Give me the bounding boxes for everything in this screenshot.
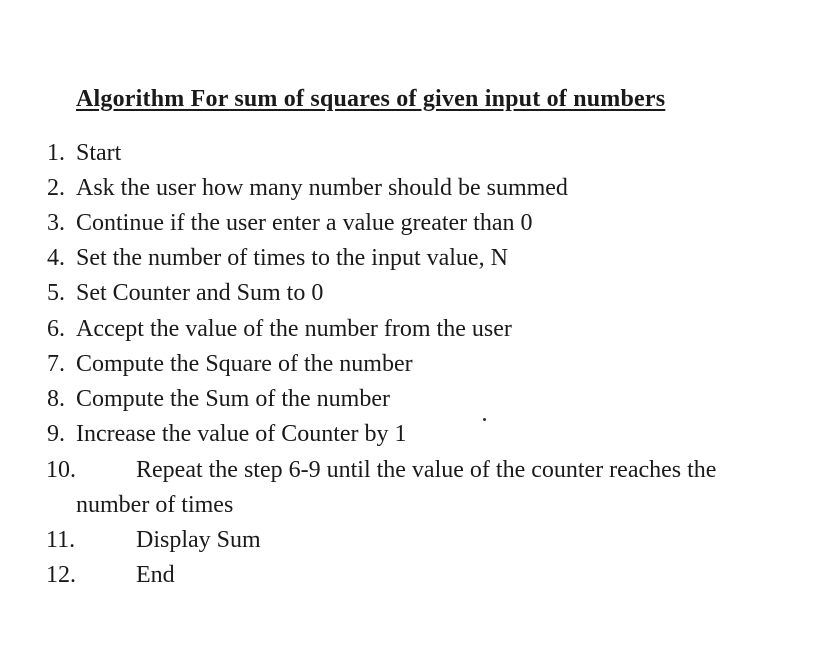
step-number: 2. xyxy=(47,175,65,201)
step-number: 8. xyxy=(47,386,65,412)
step-text: Compute the Square of the number xyxy=(76,351,413,377)
step-text: Ask the user how many number should be s… xyxy=(76,175,568,201)
step-number: 4. xyxy=(47,245,65,271)
step-number: 7. xyxy=(47,351,65,377)
step-number: 9. xyxy=(47,421,65,447)
step-text: Continue if the user enter a value great… xyxy=(76,210,533,236)
step-text-continuation: number of times xyxy=(76,492,234,518)
step-text: Set the number of times to the input val… xyxy=(76,245,508,271)
step-number: 1. xyxy=(47,140,65,166)
step-text: End xyxy=(136,562,175,588)
step-number: 5. xyxy=(47,280,65,306)
step-number: 6. xyxy=(47,316,65,342)
step-text: Accept the value of the number from the … xyxy=(76,316,512,342)
step-text: Repeat the step 6-9 until the value of t… xyxy=(136,457,717,483)
stray-dot-mark xyxy=(483,418,486,421)
document-title: Algorithm For sum of squares of given in… xyxy=(76,86,666,112)
step-text: Set Counter and Sum to 0 xyxy=(76,280,324,306)
step-text: Display Sum xyxy=(136,527,261,553)
step-number: 3. xyxy=(47,210,65,236)
step-number: 12. xyxy=(46,562,76,588)
step-text: Increase the value of Counter by 1 xyxy=(76,421,407,447)
step-number: 11. xyxy=(46,527,76,553)
step-text: Start xyxy=(76,140,122,166)
step-text: Compute the Sum of the number xyxy=(76,386,390,412)
step-number: 10. xyxy=(46,457,76,483)
